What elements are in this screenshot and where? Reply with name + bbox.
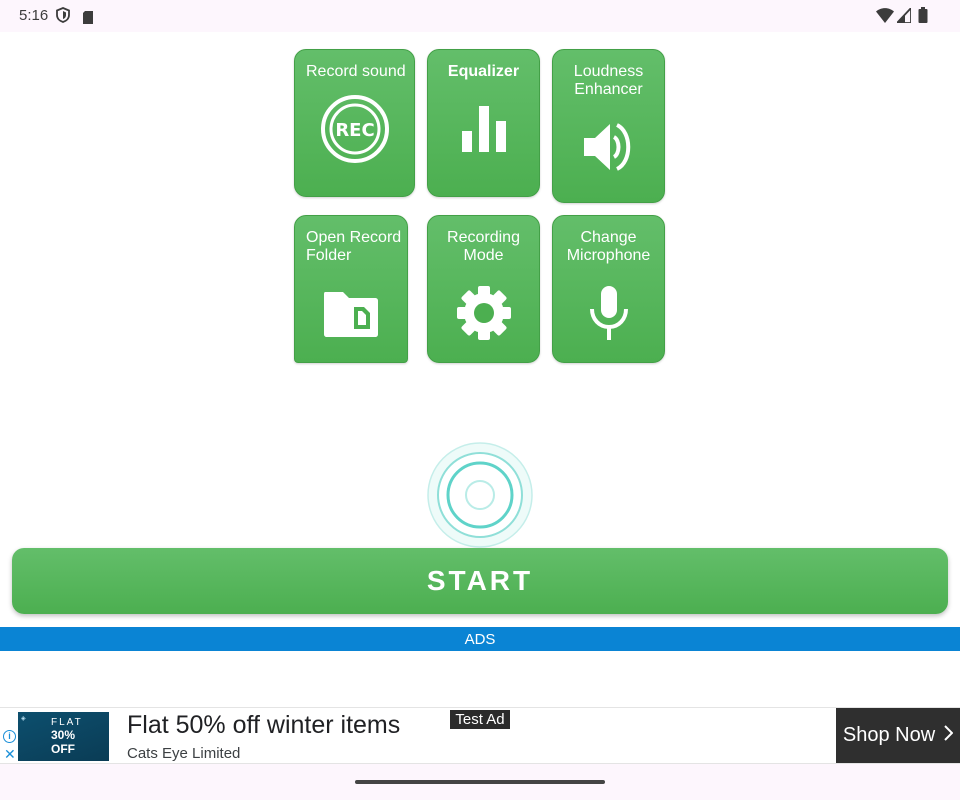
tile-label-change-microphone: Change Microphone — [566, 229, 651, 264]
tile-label-record-sound: Record sound — [306, 63, 406, 80]
ad-image[interactable]: ◈ FLAT 30% OFF — [18, 712, 109, 761]
ad-shop-now-label: Shop Now — [842, 724, 936, 746]
ad-image-logo: ◈ — [21, 716, 26, 722]
tile-label-equalizer: Equalizer — [447, 63, 520, 80]
app-screen: 5:16 Record sound REC Equalizer Loudness… — [0, 0, 960, 800]
ad-headline[interactable]: Flat 50% off winter items — [127, 711, 400, 740]
rec-icon: REC — [320, 94, 390, 168]
tile-open-record-folder[interactable]: Open Record Folder — [294, 215, 408, 363]
sd-card-icon — [82, 9, 94, 28]
start-button-label: START — [426, 565, 534, 596]
tile-change-microphone[interactable]: Change Microphone — [552, 215, 665, 363]
equalizer-icon — [460, 105, 508, 157]
home-gesture-handle[interactable] — [355, 780, 605, 784]
test-ad-badge: Test Ad — [449, 709, 511, 730]
tile-label-loudness-enhancer: Loudness Enhancer — [573, 63, 644, 98]
tile-equalizer[interactable]: Equalizer — [427, 49, 540, 197]
tile-recording-mode[interactable]: Recording Mode — [427, 215, 540, 363]
navigation-bar — [0, 764, 960, 800]
ad-image-off: OFF — [51, 742, 75, 756]
start-button[interactable]: START — [12, 548, 948, 614]
wifi-icon — [876, 8, 894, 27]
folder-icon — [322, 290, 380, 342]
cell-signal-icon — [894, 5, 912, 27]
ad-advertiser: Cats Eye Limited — [127, 745, 241, 762]
tile-label-open-record-folder: Open Record Folder — [306, 229, 402, 264]
rec-icon-text: REC — [335, 120, 374, 141]
tile-label-recording-mode: Recording Mode — [447, 229, 520, 264]
ad-image-flat: FLAT — [51, 717, 83, 728]
shield-icon — [56, 7, 70, 27]
ad-info-icon[interactable]: i — [3, 730, 16, 743]
ad-image-percent: 30% — [51, 728, 76, 742]
battery-icon — [918, 7, 928, 27]
chevron-right-icon — [943, 724, 954, 747]
ad-shop-now-button[interactable]: Shop Now — [836, 708, 960, 763]
status-time: 5:16 — [19, 7, 49, 24]
speaker-icon — [582, 122, 636, 176]
microphone-icon — [587, 285, 631, 345]
recording-indicator-ripple — [427, 442, 533, 548]
tile-loudness-enhancer[interactable]: Loudness Enhancer — [552, 49, 665, 203]
status-bar: 5:16 — [0, 0, 960, 32]
tile-record-sound[interactable]: Record sound REC — [294, 49, 415, 197]
ad-close-icon[interactable]: ✕ — [4, 748, 16, 762]
gear-icon — [456, 285, 512, 345]
ads-bar: ADS — [0, 627, 960, 651]
ads-label: ADS — [464, 630, 496, 648]
